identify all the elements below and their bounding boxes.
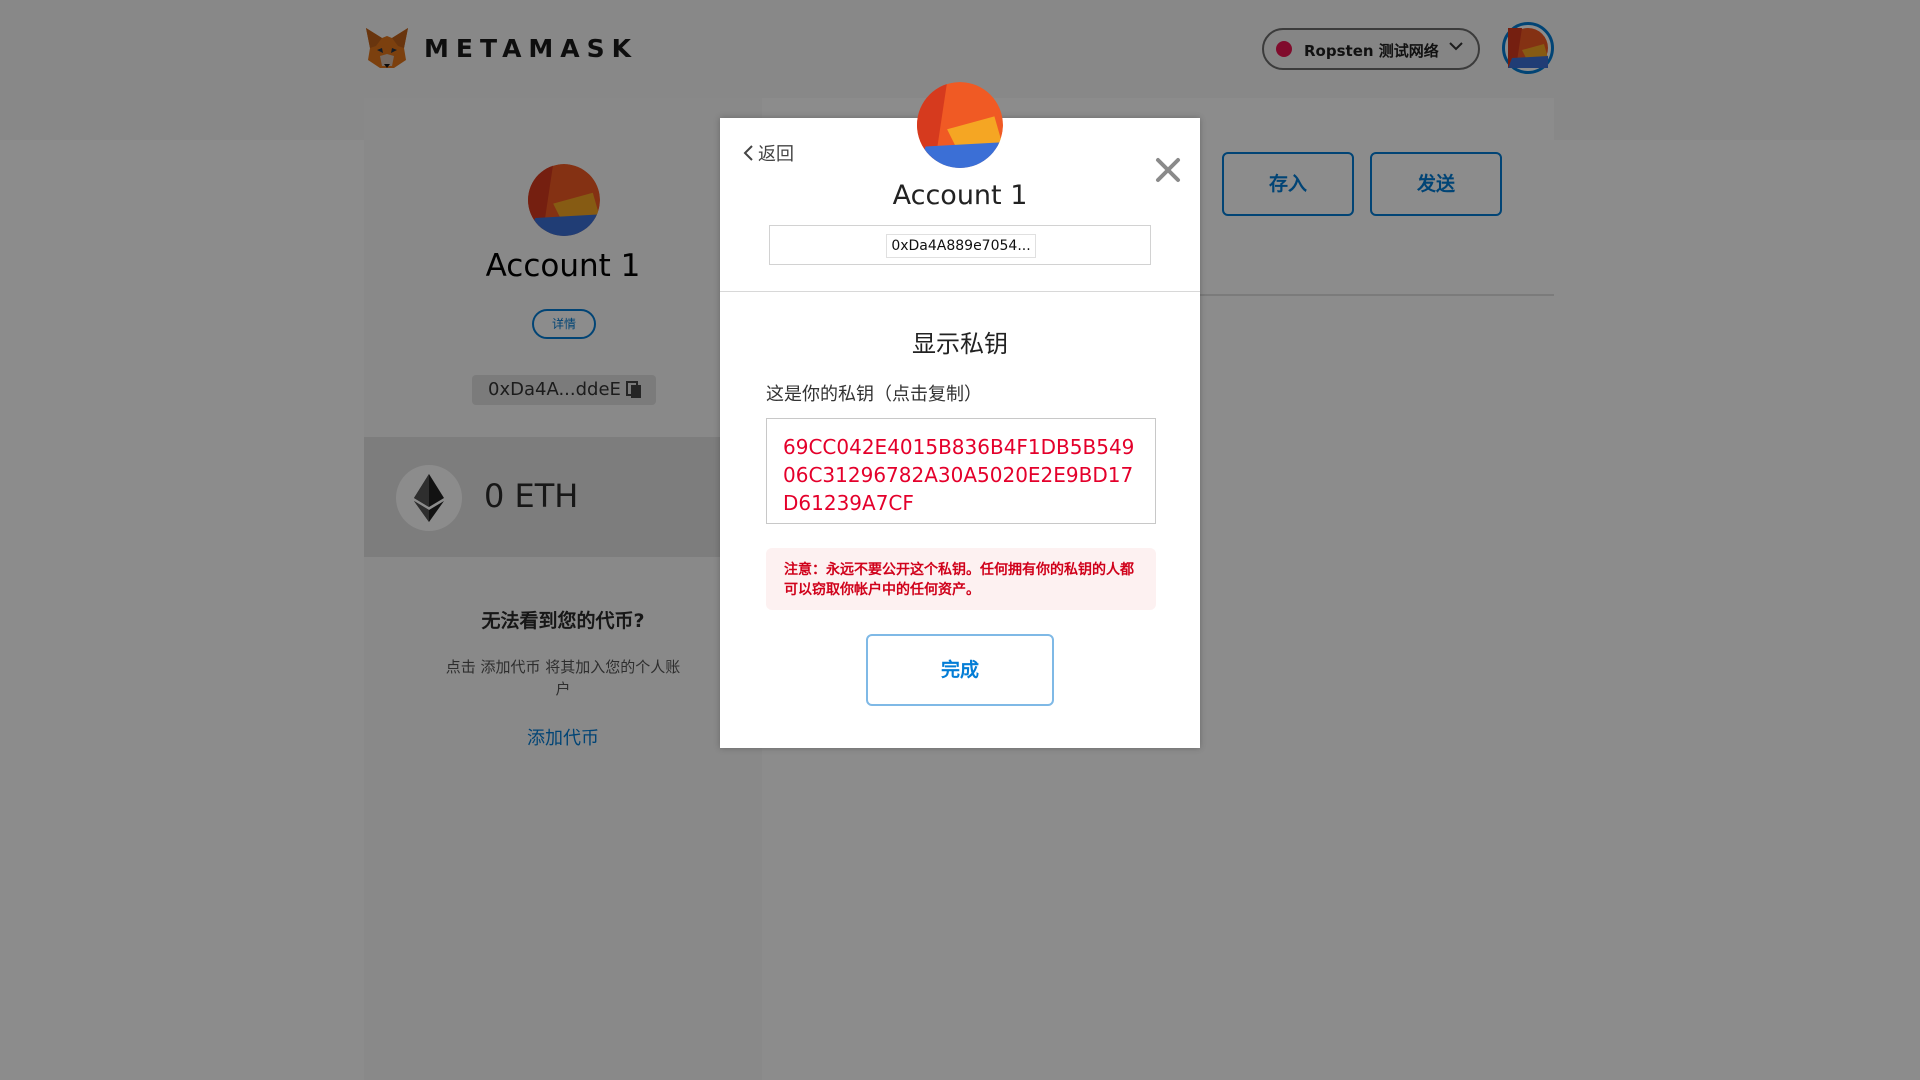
private-key-label: 这是你的私钥（点击复制）	[766, 384, 982, 405]
private-key-box[interactable]: 69CC042E4015B836B4F1DB5B54906C31296782A3…	[766, 418, 1156, 524]
modal-divider	[720, 291, 1200, 292]
export-private-key-modal: 返回 Account 1 0xDa4A889e7054... 显示私钥 这是你的…	[720, 82, 1200, 748]
back-label: 返回	[758, 144, 794, 165]
done-button[interactable]: 完成	[866, 634, 1054, 706]
back-button[interactable]: 返回	[742, 140, 794, 166]
modal-account-avatar	[917, 82, 1003, 168]
address-field: 0xDa4A889e7054...	[769, 225, 1151, 265]
private-key-warning: 注意：永远不要公开这个私钥。任何拥有你的私钥的人都可以窃取你帐户中的任何资产。	[766, 548, 1156, 610]
modal-account-name: Account 1	[892, 180, 1028, 211]
modal-title: 显示私钥	[912, 330, 1008, 358]
full-address[interactable]: 0xDa4A889e7054...	[886, 234, 1036, 258]
chevron-left-icon	[743, 145, 753, 161]
